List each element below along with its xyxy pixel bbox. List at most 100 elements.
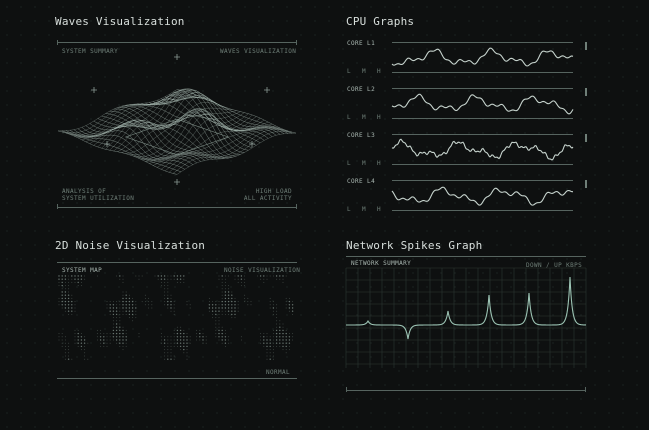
- noise-dot: [215, 304, 217, 306]
- cpu-level-marker: [585, 88, 587, 96]
- noise-dot: [176, 339, 179, 341]
- noise-dot: [125, 339, 127, 341]
- noise-dot: [266, 336, 268, 338]
- noise-dot: [58, 281, 60, 283]
- noise-dot: [58, 339, 60, 341]
- noise-dot: [84, 355, 86, 357]
- noise-dot: [167, 300, 169, 303]
- noise-dot: [170, 310, 172, 312]
- noise-dot: [125, 336, 127, 338]
- noise-dot: [199, 339, 201, 341]
- noise-dot: [100, 342, 102, 344]
- cpu-wave-graph: [391, 186, 574, 206]
- noise-dot: [276, 317, 278, 319]
- noise-dot: [122, 326, 124, 328]
- noise-dot: [64, 310, 66, 312]
- noise-dot: [218, 301, 220, 303]
- noise-dot: [186, 339, 188, 341]
- noise-dot: [167, 355, 169, 357]
- noise-dot: [179, 342, 182, 344]
- noise-dot: [173, 358, 175, 360]
- noise-dot: [186, 301, 188, 303]
- noise-dot: [170, 336, 172, 338]
- noise-dot: [221, 339, 223, 341]
- noise-dot: [266, 278, 268, 280]
- noise-dot: [64, 336, 66, 338]
- noise-dot: [115, 326, 118, 328]
- noise-dot: [199, 332, 201, 335]
- noise-dot: [71, 304, 73, 306]
- noise-dot: [87, 358, 89, 360]
- noise-dot: [272, 329, 274, 331]
- noise-dot: [288, 345, 290, 347]
- noise-top-rule: [57, 262, 297, 263]
- noise-dot: [164, 285, 166, 287]
- noise-dot: [122, 275, 124, 277]
- noise-dot: [186, 333, 188, 335]
- noise-dot: [272, 336, 274, 338]
- noise-dot: [288, 342, 291, 344]
- noise-dot: [276, 323, 278, 325]
- noise-dot: [272, 342, 274, 344]
- noise-dot: [269, 307, 271, 309]
- noise-dot: [64, 307, 67, 309]
- waves-mesh-line: [157, 125, 277, 168]
- waves-mesh-line: [77, 94, 197, 139]
- noise-dot: [218, 317, 220, 319]
- noise-dot: [160, 275, 163, 277]
- noise-dot: [167, 288, 169, 290]
- noise-dot: [74, 336, 76, 338]
- noise-dot: [122, 291, 124, 293]
- noise-dot: [68, 349, 70, 351]
- noise-dot: [80, 278, 83, 280]
- noise-dot: [221, 336, 223, 338]
- noise-dot: [285, 304, 287, 306]
- noise-dot: [109, 339, 111, 341]
- noise-dot: [80, 339, 83, 341]
- noise-dot: [167, 285, 169, 287]
- noise-dot: [141, 301, 143, 303]
- noise-dot: [122, 307, 124, 309]
- noise-dot: [61, 284, 63, 287]
- noise-dot: [247, 297, 249, 299]
- noise-dot: [64, 355, 66, 357]
- cpu-scale-label: M: [362, 160, 367, 167]
- noise-dot: [96, 329, 98, 331]
- noise-dot: [266, 275, 268, 277]
- noise-dot: [119, 342, 121, 344]
- noise-dot: [68, 281, 70, 283]
- noise-dot: [240, 275, 243, 277]
- noise-dot: [269, 349, 271, 351]
- noise-dot: [68, 278, 70, 280]
- noise-dot: [282, 326, 284, 328]
- noise-dot: [266, 339, 268, 341]
- noise-dot: [227, 291, 230, 293]
- noise-dot: [186, 352, 188, 354]
- noise-dot: [183, 352, 185, 354]
- noise-dot: [119, 336, 121, 338]
- noise-dot: [122, 342, 124, 344]
- noise-dot: [183, 339, 185, 341]
- noise-dot: [173, 304, 175, 306]
- noise-dot: [272, 307, 275, 309]
- noise-dot: [176, 326, 178, 328]
- noise-dot: [231, 317, 233, 319]
- noise-dot: [247, 301, 249, 303]
- noise-dot: [173, 342, 175, 344]
- noise-dot: [272, 349, 274, 351]
- noise-dot: [163, 278, 166, 280]
- noise-dot: [218, 278, 220, 280]
- noise-dot: [68, 288, 70, 290]
- noise-dot: [77, 339, 79, 341]
- noise-dot: [224, 291, 227, 293]
- noise-dot: [180, 326, 182, 328]
- noise-dot: [269, 355, 271, 357]
- network-grid: [345, 267, 587, 368]
- noise-dot: [125, 342, 127, 344]
- noise-dot: [208, 304, 211, 306]
- noise-dot: [221, 310, 223, 312]
- noise-dot: [272, 304, 274, 306]
- noise-dot: [163, 339, 166, 341]
- noise-dot: [211, 304, 214, 306]
- noise-dot: [58, 301, 60, 303]
